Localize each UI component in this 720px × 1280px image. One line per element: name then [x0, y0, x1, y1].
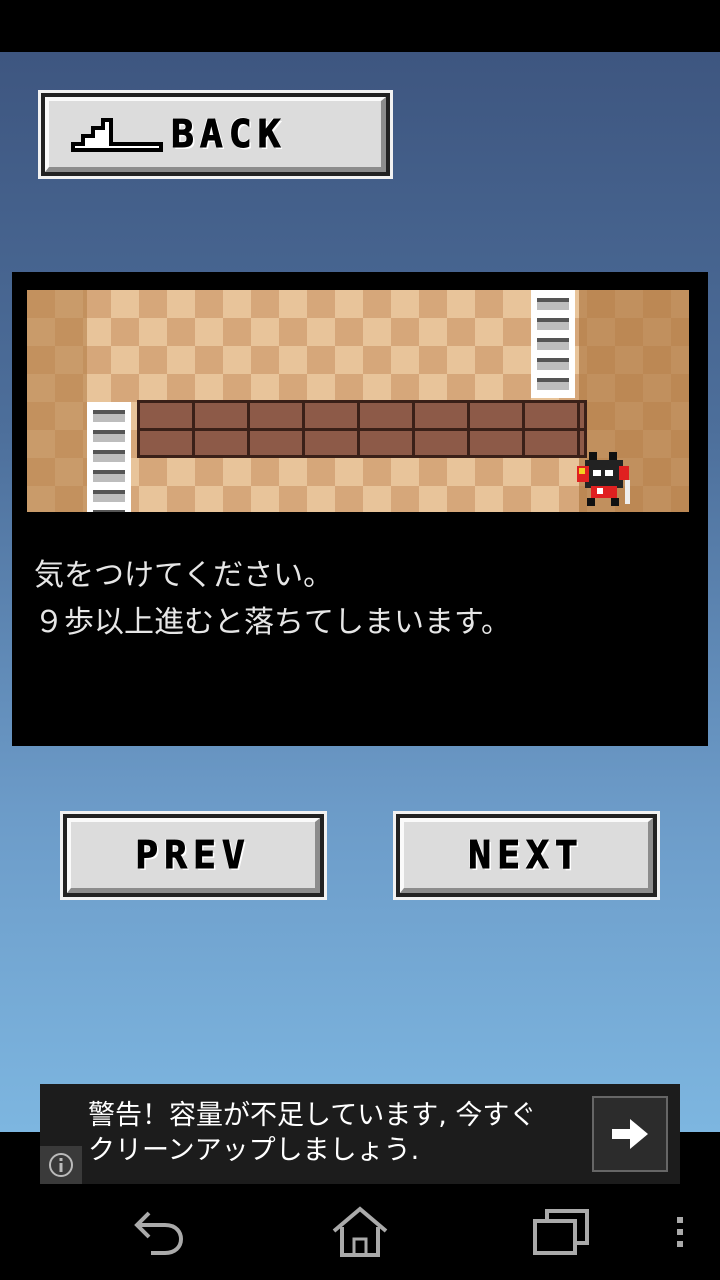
menu-icon[interactable] — [660, 1202, 700, 1262]
prev-label: PREV — [135, 833, 251, 878]
ladder-left — [87, 402, 131, 512]
tutorial-scene — [27, 290, 689, 512]
prev-button[interactable]: PREV — [60, 811, 327, 900]
brick-platform — [137, 400, 587, 458]
stairs-icon — [71, 118, 163, 152]
ad-banner[interactable]: 警告！容量が不足しています, 今すぐ クリーンアップしましょう. — [40, 1084, 680, 1184]
tutorial-panel: 気をつけてください。 ９歩以上進むと落ちてしまいます。 — [12, 272, 708, 746]
message-line-1: 気をつけてください。 — [34, 558, 334, 593]
ladder-right — [531, 290, 575, 398]
next-label: NEXT — [468, 833, 584, 878]
status-bar — [0, 0, 720, 52]
wall-left — [27, 290, 87, 512]
arrow-right-icon[interactable] — [592, 1096, 668, 1172]
info-icon[interactable] — [40, 1146, 82, 1184]
back-button[interactable]: BACK — [38, 90, 393, 179]
back-label: BACK — [171, 112, 287, 157]
recents-icon[interactable] — [526, 1202, 596, 1262]
prev-button-face: PREV — [67, 818, 320, 893]
navigation-bar — [0, 1184, 720, 1280]
ad-line-1: 警告！容量が不足しています, 今すぐ — [88, 1100, 537, 1131]
next-button[interactable]: NEXT — [393, 811, 660, 900]
next-button-face: NEXT — [400, 818, 653, 893]
home-icon[interactable] — [325, 1202, 395, 1262]
message-line-2: ９歩以上進むと落ちてしまいます。 — [34, 605, 511, 640]
back-button-face: BACK — [45, 97, 386, 172]
back-icon[interactable] — [124, 1202, 194, 1262]
tutorial-message: 気をつけてください。 ９歩以上進むと落ちてしまいます。 — [34, 552, 511, 646]
ad-text: 警告！容量が不足しています, 今すぐ クリーンアップしましょう. — [88, 1098, 536, 1168]
ad-line-2: クリーンアップしましょう. — [88, 1135, 420, 1166]
player-character-icon — [577, 452, 630, 506]
